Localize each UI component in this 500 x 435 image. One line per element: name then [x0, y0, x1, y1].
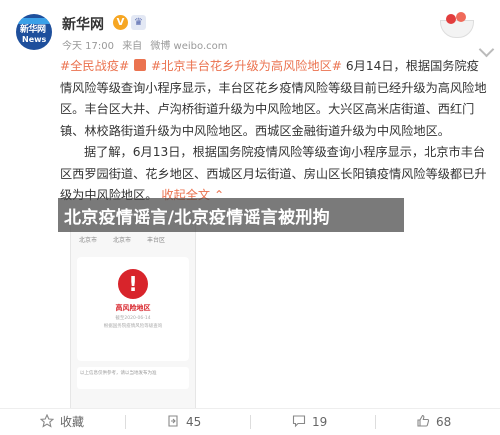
member-crown-icon: ♛: [131, 15, 146, 30]
post-image[interactable]: 北京市 北京市 丰台区 ! 高风险地区 截至2020-06-14 根据国务院疫情…: [70, 218, 196, 430]
post-paragraph-2: 据了解，6月13日，根据国务院疫情风险等级查询小程序显示，北京市丰台区西罗园街道…: [60, 145, 487, 202]
avatar-text-top: 新华网: [20, 25, 46, 35]
image-risk-panel: ! 高风险地区 截至2020-06-14 根据国务院疫情风险等级查询: [77, 257, 189, 361]
star-icon: [40, 414, 54, 428]
image-note: 以上信息仅供参考，请以当地发布为准: [77, 367, 189, 389]
risk-level-label: 高风险地区: [115, 304, 151, 312]
repost-count: 45: [186, 415, 202, 429]
repost-icon: [168, 415, 178, 427]
like-button[interactable]: 68: [416, 413, 451, 431]
image-header-mid: 北京市: [113, 237, 132, 244]
chevron-down-icon[interactable]: [478, 41, 495, 58]
image-header-left: 北京市: [79, 237, 98, 244]
avatar-text-bottom: News: [22, 35, 47, 44]
repost-button[interactable]: 45: [166, 413, 201, 431]
action-bar: 收藏 45 19 68: [0, 408, 500, 435]
post-text: #全民战疫# #北京丰台花乡升级为高风险地区# 6月14日，根据国务院疫情风险等…: [60, 56, 488, 207]
verified-icon: V: [113, 15, 128, 30]
comment-count: 19: [312, 415, 328, 429]
update-time: 截至2020-06-14: [115, 316, 151, 321]
warning-icon: !: [118, 269, 148, 299]
weibo-post-card: 新华网 News 新华网 V ♛ 今天 17:00 来自 微博 weibo.co…: [0, 0, 500, 435]
post-meta: 今天 17:00 来自 微博 weibo.com: [62, 37, 233, 52]
comment-icon: [292, 415, 306, 428]
username[interactable]: 新华网: [62, 14, 104, 34]
hashtag-link[interactable]: #全民战疫#: [60, 59, 129, 73]
topic-icon: [134, 59, 147, 71]
topic-link[interactable]: #北京丰台花乡升级为高风险地区#: [151, 59, 342, 73]
banner-title: 北京疫情谣言/北京疫情谣言被刑拘: [64, 208, 331, 228]
like-count: 68: [436, 415, 452, 429]
favorite-label: 收藏: [60, 415, 85, 429]
post-date: 今天 17:00: [62, 41, 114, 52]
favorite-button[interactable]: 收藏: [40, 413, 84, 431]
thumbs-up-icon: [417, 414, 430, 427]
source-prefix: 来自: [122, 41, 143, 52]
decorative-sticker-icon: [430, 8, 482, 40]
avatar[interactable]: 新华网 News: [16, 14, 52, 50]
image-desc: 根据国务院疫情风险等级查询: [103, 324, 163, 329]
source-link[interactable]: 微博 weibo.com: [150, 41, 227, 52]
comment-button[interactable]: 19: [292, 413, 327, 431]
image-header-right: 丰台区: [147, 237, 166, 244]
